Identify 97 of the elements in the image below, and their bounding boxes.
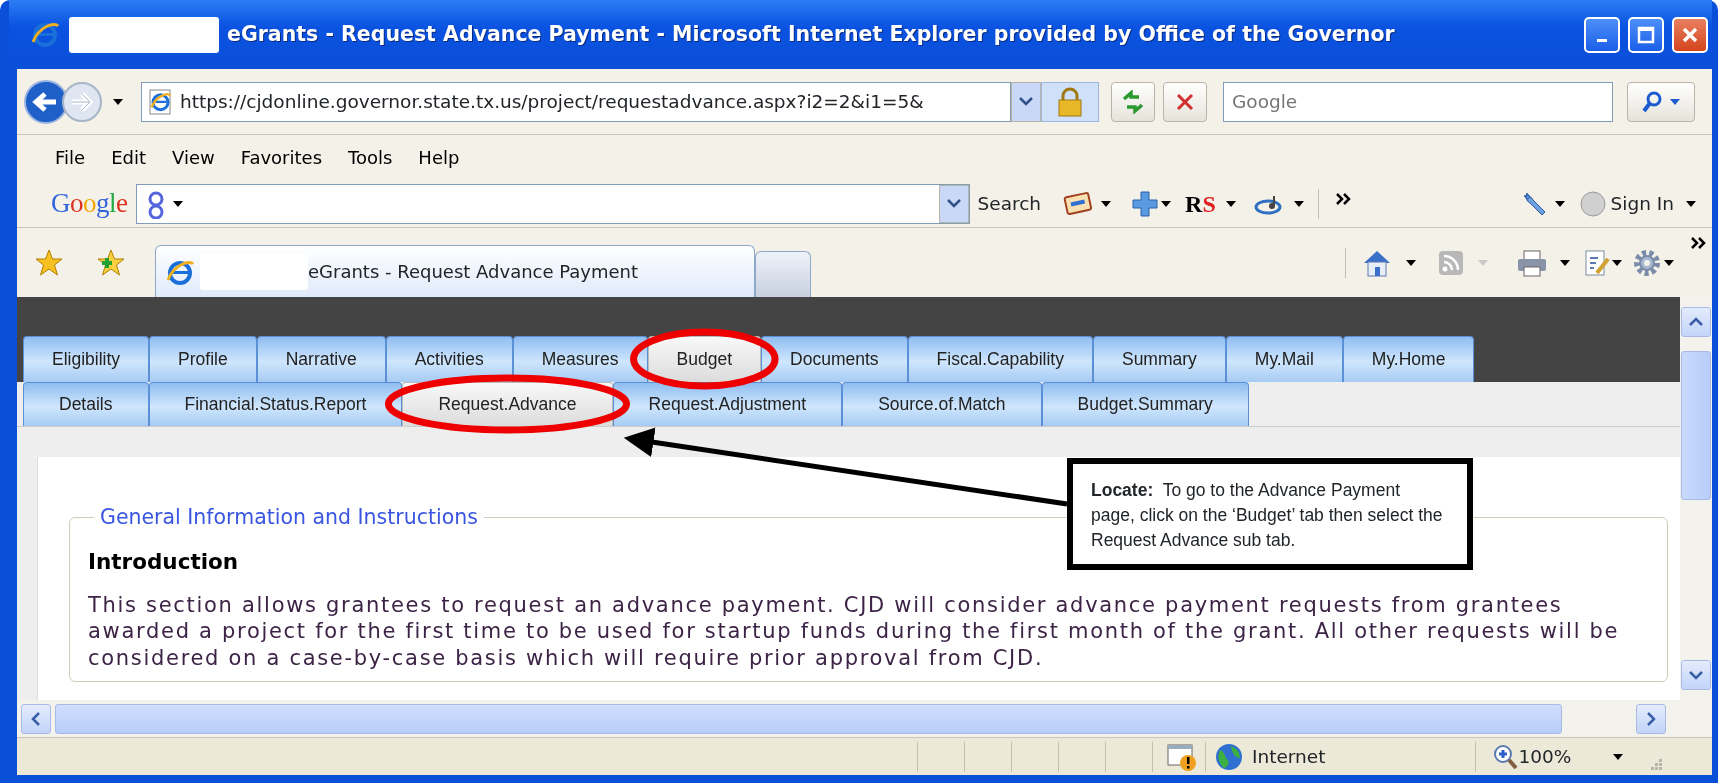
refresh-icon — [1121, 89, 1145, 114]
zoom-level[interactable]: 100% — [1518, 742, 1572, 771]
dropdown-arrow-icon[interactable] — [113, 98, 123, 105]
security-zone-label: Internet — [1252, 744, 1326, 769]
plus-icon[interactable] — [1131, 189, 1160, 218]
browser-tab[interactable]: eGrants - Request Advance Payment — [155, 245, 755, 297]
home-icon[interactable] — [1362, 248, 1392, 277]
sub-tab[interactable]: Details — [23, 382, 149, 426]
stop-icon — [1176, 92, 1194, 111]
toolbar-search-label[interactable]: Search — [977, 189, 1042, 218]
avatar-icon — [1578, 189, 1607, 218]
sign-in-button[interactable]: Sign In — [1610, 189, 1674, 218]
dropdown-arrow-icon[interactable] — [1101, 200, 1112, 207]
page-tab[interactable]: My.Home — [1342, 336, 1475, 382]
address-dropdown-button[interactable] — [1011, 81, 1041, 122]
ie-page-icon — [148, 88, 174, 115]
callout-box: Locate: To go to the Advance Payment page, click on the ‘Budget’ tab then select the Request Advance sub tab. — [1067, 458, 1473, 570]
intro-paragraph: This section allows grantees to request an advance payment. CJD will consider advance payment requests from grantees awarded a project for the first time to be used for startup funds during the first month of the grant. All other requests will be considered on a case-by-case basis which will require prior approval from CJD. — [88, 591, 1621, 672]
search-field[interactable]: Google — [1223, 81, 1613, 122]
dropdown-arrow-icon — [1478, 259, 1488, 266]
close-button[interactable] — [1672, 16, 1708, 53]
page-tab[interactable]: Fiscal.Capability — [907, 336, 1093, 382]
chevron-right-icon — [1646, 710, 1656, 727]
dropdown-arrow-icon[interactable] — [172, 200, 183, 207]
sub-tab[interactable]: Budget.Summary — [1041, 382, 1249, 426]
chevron-left-icon — [31, 710, 41, 727]
google-logo: Google — [51, 187, 128, 221]
scroll-right-button[interactable] — [1636, 703, 1666, 734]
lock-button[interactable] — [1041, 81, 1099, 122]
search-button[interactable] — [1627, 81, 1695, 122]
page-tab[interactable]: Eligibility — [23, 336, 150, 382]
address-url: https://cjdonline.governor.state.tx.us/project/requestadvance.aspx?i2=2&i1=5& — [180, 89, 924, 114]
dropdown-arrow-icon[interactable] — [1686, 200, 1696, 207]
add-favorite-icon[interactable] — [97, 248, 125, 277]
forward-button[interactable] — [61, 80, 103, 123]
popup-blocked-icon[interactable] — [1167, 741, 1197, 772]
section-heading: Introduction — [88, 547, 240, 576]
dropdown-arrow-icon[interactable] — [1560, 259, 1570, 266]
scroll-left-button[interactable] — [21, 703, 51, 734]
toolbar-search-field[interactable] — [135, 183, 970, 224]
globe-icon — [1214, 741, 1244, 772]
horizontal-scrollbar[interactable] — [17, 700, 1712, 737]
stop-button[interactable] — [1163, 81, 1207, 122]
sub-tab[interactable]: Source.of.Match — [842, 382, 1042, 426]
close-icon — [1681, 25, 1699, 44]
menu-item[interactable]: Favorites — [240, 144, 322, 171]
dropdown-arrow-icon[interactable] — [1225, 200, 1236, 207]
dropdown-arrow-icon[interactable] — [1612, 259, 1622, 266]
dropdown-arrow-icon — [1670, 98, 1680, 105]
menu-item[interactable]: Tools — [348, 144, 393, 171]
menu-item[interactable]: View — [172, 144, 215, 171]
section-legend: General Information and Instructions — [94, 507, 484, 528]
scroll-thumb[interactable] — [1681, 351, 1711, 500]
chevron-down-icon — [946, 199, 961, 208]
page-tab[interactable]: Activities — [385, 336, 513, 382]
menu-item[interactable]: Edit — [111, 144, 146, 171]
rs-logo[interactable]: RS — [1185, 185, 1216, 222]
dropdown-arrow-icon[interactable] — [1664, 259, 1674, 266]
menu-item[interactable]: File — [55, 144, 86, 171]
star-icon[interactable] — [35, 248, 63, 277]
maximize-icon — [1637, 25, 1655, 44]
printer-icon[interactable] — [1516, 248, 1548, 277]
refresh-button[interactable] — [1111, 81, 1155, 122]
padlock-icon — [1057, 86, 1083, 117]
zoom-icon[interactable] — [1492, 742, 1519, 771]
minimize-icon — [1597, 39, 1607, 42]
page-edit-icon[interactable] — [1584, 248, 1610, 277]
chevron-down-icon — [1019, 97, 1033, 106]
maximize-button[interactable] — [1628, 16, 1664, 53]
vertical-scrollbar[interactable] — [1680, 297, 1712, 700]
sub-tab[interactable]: Financial.Status.Report — [148, 382, 403, 426]
search-icon — [1642, 90, 1662, 113]
dropdown-arrow-icon[interactable] — [1406, 259, 1416, 266]
browser-tab-title: eGrants - Request Advance Payment — [308, 260, 639, 284]
chevron-down-icon — [1688, 670, 1704, 680]
scroll-up-button[interactable] — [1681, 307, 1711, 337]
scroll-down-button[interactable] — [1681, 660, 1711, 690]
page-tab[interactable]: Summary — [1092, 336, 1226, 382]
menu-item[interactable]: Help — [418, 144, 460, 171]
page-tab[interactable]: Profile — [149, 336, 257, 382]
dropdown-arrow-icon[interactable] — [1161, 200, 1172, 207]
address-field[interactable]: https://cjdonline.governor.state.tx.us/project/requestadvance.aspx?i2=2&i1=5& — [141, 81, 1011, 122]
news-icon[interactable] — [1063, 191, 1094, 216]
chevron-icon[interactable] — [1690, 236, 1708, 250]
window-title: eGrants - Request Advance Payment - Microsoft Internet Explorer provided by Office of the Governor — [227, 21, 1395, 49]
page-tab[interactable]: My.Mail — [1225, 336, 1343, 382]
toolbar-dropdown-button[interactable] — [938, 184, 969, 223]
page-tab[interactable]: Documents — [761, 336, 908, 382]
scroll-thumb[interactable] — [55, 703, 1562, 734]
page-tab[interactable]: Narrative — [256, 336, 386, 382]
chevron-icon[interactable] — [1334, 191, 1353, 206]
chevron-up-icon — [1688, 317, 1704, 327]
sub-tab[interactable]: Request.Adjustment — [612, 382, 843, 426]
dropdown-arrow-icon[interactable] — [1293, 200, 1304, 207]
minimize-button[interactable] — [1584, 16, 1620, 53]
dropdown-arrow-icon[interactable] — [1613, 753, 1624, 760]
dropdown-arrow-icon[interactable] — [1554, 200, 1565, 207]
